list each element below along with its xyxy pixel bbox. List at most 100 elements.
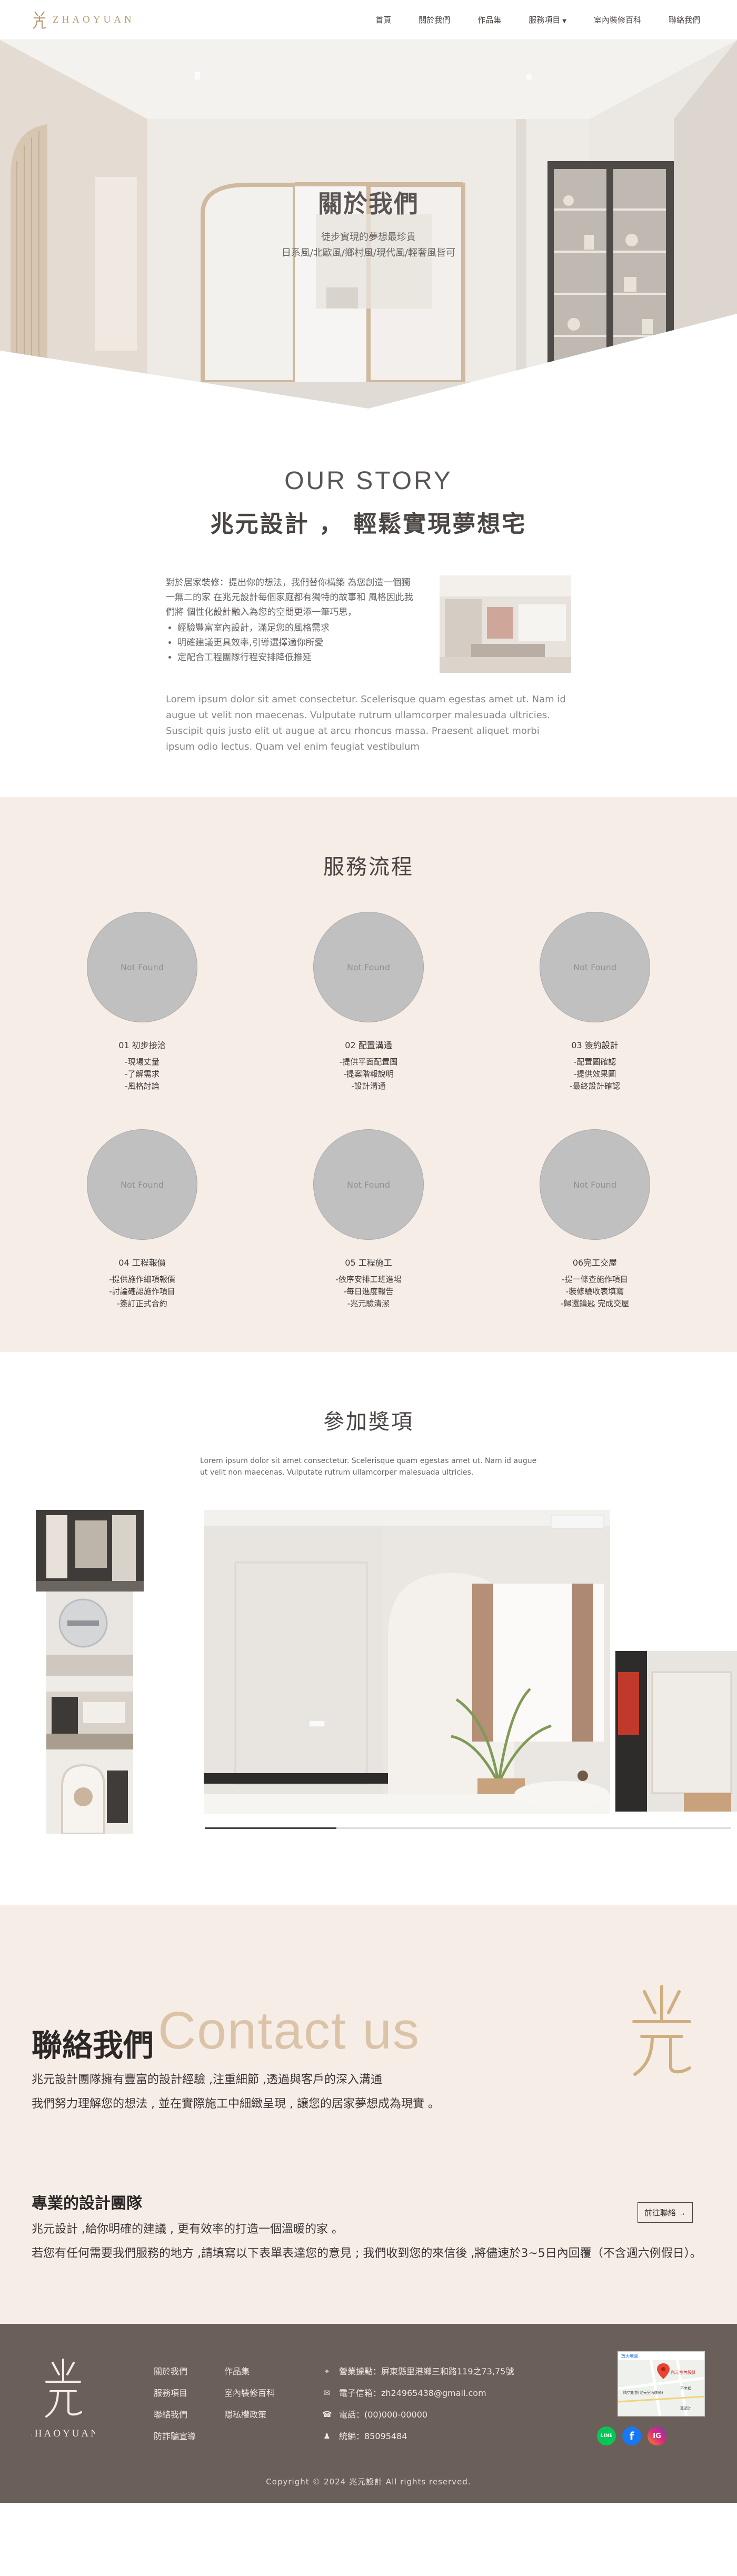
contact-paragraph: 我們努力理解您的想法 , 並在實際施工中細緻呈現 , 讓您的居家夢想成為現實 。 (32, 2097, 440, 2111)
instagram-icon[interactable]: IG (648, 2426, 666, 2445)
go-contact-button[interactable]: 前往聯絡 → (637, 2202, 693, 2223)
gallery-thumbnail[interactable] (46, 1749, 133, 1834)
map-label: 萬頭江 (680, 2406, 691, 2411)
chevron-down-icon: ▼ (562, 18, 566, 24)
gallery-next-photo[interactable] (615, 1651, 737, 1812)
footer-logo[interactable]: ZHAOYUAN (32, 2358, 95, 2447)
footer-link[interactable]: 防詐騙宣導 (154, 2425, 196, 2447)
story-bullets: 經驗豐富室內設計，滿足您的風格需求 明確建議更具效率,引導選擇適你所愛 定配合工… (166, 621, 419, 665)
step-list: -提一條查施作項目 -裝修驗收表填寫 -歸還鑰匙 完成交屋 (561, 1274, 629, 1310)
mail-icon: ✉ (323, 2388, 331, 2398)
gallery-thumbnail[interactable] (46, 1592, 133, 1676)
step-item: -最終設計確認 (570, 1081, 620, 1091)
nav-home[interactable]: 首頁 (375, 14, 391, 25)
gallery-thumbnail[interactable] (46, 1676, 133, 1749)
footer-link[interactable]: 服務項目 (154, 2382, 196, 2404)
story-body: 對於居家裝修：提出你的想法，我們替你構築 為您創造一個獨一無二的家 在兆元設計每… (166, 575, 571, 755)
step-title: 04 工程報價 (118, 1258, 166, 1268)
step-image-placeholder: Not Found (313, 912, 424, 1022)
step-item: -裝修驗收表填寫 (565, 1287, 624, 1296)
footer-link[interactable]: 隱私權政策 (224, 2404, 275, 2425)
nav-encyclopedia[interactable]: 室內裝修百科 (594, 14, 641, 25)
step-title: 06完工交屋 (572, 1258, 618, 1268)
step-item: -依序安排工班進場 (335, 1275, 402, 1284)
service-step: Not Found 06完工交屋 -提一條查施作項目 -裝修驗收表填寫 -歸還鑰… (482, 1129, 708, 1310)
step-item: -設計溝通 (351, 1081, 386, 1091)
step-list: -現場丈量 -了解需求 -風格討論 (125, 1056, 159, 1092)
story-lorem: Lorem ipsum dolor sit amet consectetur. … (166, 694, 566, 752)
step-item: -了解需求 (125, 1069, 160, 1079)
footer-address: ⌖ 營業據點：屏東縣里港鄉三和路119之73,75號 (322, 2361, 514, 2382)
step-item: -提供施作細項報價 (109, 1275, 175, 1284)
footer-contact-info: ⌖ 營業據點：屏東縣里港鄉三和路119之73,75號 ✉ 電子信箱：zh249654… (322, 2361, 514, 2447)
footer-phone[interactable]: ☎ 電話：(00)000-00000 (322, 2404, 514, 2425)
awards-intro: Lorem ipsum dolor sit amet consectetur. … (200, 1457, 537, 1477)
copyright: Copyright © 2024 兆元設計 All rights reserve… (266, 2477, 471, 2487)
nav-portfolio[interactable]: 作品集 (477, 14, 501, 25)
step-image-placeholder: Not Found (87, 1129, 197, 1240)
service-process-section: 服務流程 Not Found 01 初步接洽 -現場丈量 -了解需求 -風格討論… (0, 797, 737, 1352)
team-title: 專業的設計團隊 (32, 2194, 142, 2213)
step-item: -配置圖確認 (573, 1057, 616, 1067)
map-pin-icon: ⌖ (324, 2366, 330, 2376)
instagram-label: IG (653, 2432, 661, 2440)
step-list: -配置圖確認 -提供效果圖 -最終設計確認 (570, 1056, 620, 1092)
main-menu: 首頁 關於我們 作品集 服務項目 ▼ 室內裝修百科 聯絡我們 (375, 14, 700, 25)
story-intro: 對於居家裝修：提出你的想法，我們替你構築 為您創造一個獨一無二的家 在兆元設計每… (166, 578, 413, 618)
footer-link[interactable]: 室內裝修百科 (224, 2382, 275, 2404)
contact-section: Contact us 聯絡我們 兆元設計團隊擁有豐富的設計經驗 ,注重細節 ,透… (0, 1905, 737, 2324)
step-item: -討論確認施作項目 (109, 1287, 175, 1296)
step-list: -提供平面配置圖 -提案階報說明 -設計溝通 (340, 1056, 397, 1092)
line-label: LINE (600, 2433, 613, 2439)
line-icon[interactable]: LINE (597, 2426, 616, 2445)
footer-link[interactable]: 作品集 (224, 2361, 275, 2382)
gallery-progress-fill (205, 1827, 336, 1829)
awards-gallery (0, 1510, 737, 1847)
map-place-label: 兆元室內設計 (671, 2370, 696, 2375)
footer-links-col-2: 作品集 室內裝修百科 隱私權政策 (224, 2361, 275, 2425)
step-title: 02 配置溝通 (345, 1040, 392, 1050)
social-links: LINE f IG (597, 2426, 666, 2445)
brand-logo[interactable]: ZHAOYUAN (32, 9, 135, 31)
story-text: 對於居家裝修：提出你的想法，我們替你構築 為您創造一個獨一無二的家 在兆元設計每… (166, 575, 419, 665)
footer-links-col-1: 關於我們 服務項目 聯絡我們 防詐騙宣導 (154, 2361, 196, 2447)
story-eyebrow: OUR STORY (284, 467, 453, 495)
service-step: Not Found 04 工程報價 -提供施作細項報價 -討論確認施作項目 -簽… (29, 1129, 255, 1310)
contact-bg-word: Contact us (158, 2001, 421, 2060)
map-link[interactable]: 放大地圖 (621, 2353, 638, 2359)
facebook-label: f (629, 2430, 634, 2442)
gallery-thumbnail[interactable] (36, 1510, 144, 1592)
team-block: 專業的設計團隊 兆元設計 ,給你明確的建議 , 更有效率的打造一個溫暖的家 。 … (32, 2190, 737, 2266)
hero-subtitle-line-1: 徒步實現的夢想最珍貴 (321, 232, 416, 243)
brand-name: ZHAOYUAN (53, 14, 135, 25)
footer-link[interactable]: 聯絡我們 (154, 2404, 196, 2425)
footer-map[interactable]: 放大地圖 兆元室內設計 晴空創意(兆元室內裝修) 不老松 萬頭江 (618, 2351, 705, 2416)
facebook-icon[interactable]: f (622, 2426, 641, 2445)
footer-email-text: 電子信箱：zh24965438@gmail.com (339, 2388, 486, 2398)
nav-contact[interactable]: 聯絡我們 (669, 14, 700, 25)
brand-logo-mark-icon (632, 1985, 691, 2076)
step-image-placeholder: Not Found (313, 1129, 424, 1240)
footer-address-text: 營業據點：屏東縣里港鄉三和路119之73,75號 (339, 2366, 514, 2376)
footer-link[interactable]: 關於我們 (154, 2361, 196, 2382)
gallery-progress-bar[interactable] (205, 1827, 731, 1829)
contact-title: 聯絡我們 (32, 2027, 154, 2063)
step-item: -每日進度報告 (343, 1287, 394, 1296)
service-step: Not Found 03 簽約設計 -配置圖確認 -提供效果圖 -最終設計確認 (482, 912, 708, 1092)
footer-email[interactable]: ✉ 電子信箱：zh24965438@gmail.com (322, 2382, 514, 2404)
logo-mark-icon (33, 11, 46, 29)
step-item: -提供效果圖 (573, 1069, 616, 1079)
footer-phone-text: 電話：(00)000-00000 (339, 2410, 428, 2420)
story-title: 兆元設計 ， 輕鬆實現夢想宅 (210, 511, 527, 538)
nav-about[interactable]: 關於我們 (419, 14, 450, 25)
footer-tax-id: ♟ 統編：85095484 (322, 2425, 514, 2447)
hero-interior-photo (0, 40, 737, 409)
hero-subtitle: 徒步實現的夢想最珍貴 日系風/北歐風/鄉村風/現代風/輕奢風皆可 (0, 230, 737, 261)
step-item: -提一條查施作項目 (562, 1275, 628, 1284)
service-step: Not Found 01 初步接洽 -現場丈量 -了解需求 -風格討論 (29, 912, 255, 1092)
step-item: -簽訂正式合約 (117, 1299, 167, 1308)
nav-services[interactable]: 服務項目 ▼ (529, 14, 566, 25)
services-grid: Not Found 01 初步接洽 -現場丈量 -了解需求 -風格討論 Not … (0, 912, 737, 1310)
map-graphic: 放大地圖 兆元室內設計 晴空創意(兆元室內裝修) 不老松 萬頭江 (618, 2352, 704, 2416)
awards-title: 參加獎項 (323, 1410, 414, 1434)
